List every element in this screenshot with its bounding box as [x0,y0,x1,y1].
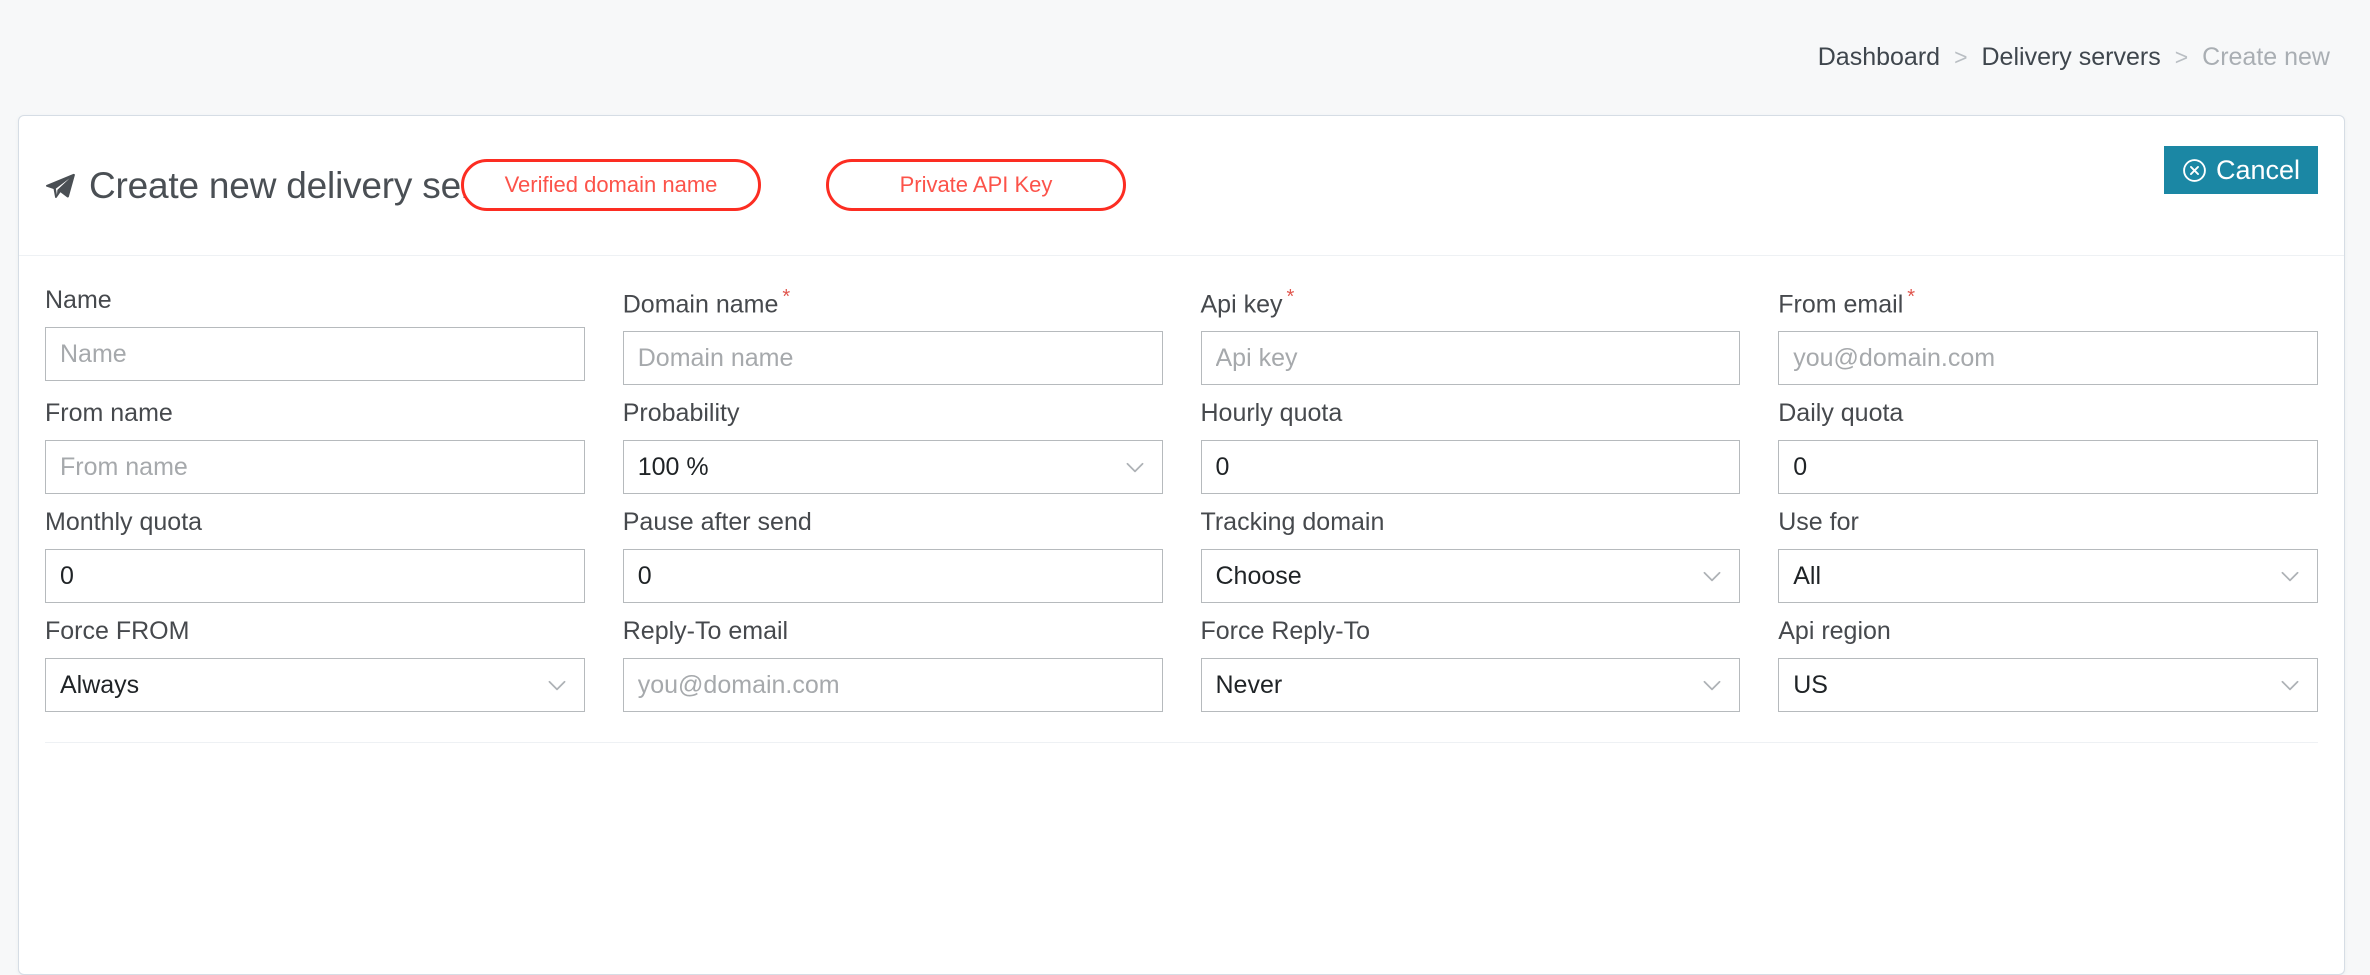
form-row: Force FROM Always Reply-To email Force Repl… [45,617,2318,713]
form-bottom-divider [45,742,2318,744]
api-key-input[interactable] [1200,331,1741,386]
breadcrumb-bar: Dashboard > Delivery servers > Create new [0,0,2370,115]
from-email-input[interactable] [1778,331,2318,386]
delivery-server-form: Name Domain name* Api key* From email* From … [19,256,2344,713]
field-force-from: Force FROM Always [45,617,585,713]
form-row: Monthly quota Pause after send Tracking do… [45,508,2318,604]
paper-plane-icon [45,173,75,198]
field-api-key: Api key * [1200,286,1741,386]
field-use-for: Use for All [1778,508,2318,604]
field-hourly-quota: Hourly quota [1200,399,1741,495]
force-reply-to-select[interactable]: Never [1200,658,1741,713]
force-from-select[interactable]: Always [45,658,585,713]
api-region-label: Api region [1778,617,1891,646]
card-header: Create new delivery server Verified doma… [19,116,2344,256]
field-probability: Probability 100 % [622,399,1163,495]
required-asterisk: * [782,286,791,308]
field-api-region: Api region US [1778,617,2318,713]
field-name: Name [45,286,585,385]
domain-name-label: Domain name * [622,286,791,319]
chevron-down-icon [1126,463,1143,473]
force-from-label: Force FROM [45,617,190,646]
breadcrumb-item-create-new: Create new [2202,43,2330,71]
create-delivery-server-card: Create new delivery server Verified doma… [18,115,2345,975]
api-key-label: Api key * [1200,286,1295,319]
required-asterisk: * [1286,286,1295,308]
hourly-quota-input[interactable] [1200,440,1741,495]
api-region-selected-value: US [1793,670,1828,699]
from-name-input[interactable] [45,440,585,495]
force-reply-to-label: Force Reply-To [1200,617,1371,646]
name-input[interactable] [45,327,585,381]
chevron-down-icon [548,681,566,691]
api-region-select[interactable]: US [1778,658,2318,713]
chevron-down-icon [2281,572,2299,582]
field-daily-quota: Daily quota [1778,399,2318,495]
field-tracking-domain: Tracking domain Choose [1200,508,1741,604]
cancel-button[interactable]: Cancel [2163,146,2318,194]
monthly-quota-label: Monthly quota [45,508,203,537]
verified-domain-name-button[interactable]: Verified domain name [461,159,761,211]
from-name-label: From name [45,399,173,428]
field-force-reply-to: Force Reply-To Never [1200,617,1741,713]
circle-x-icon [2183,158,2206,182]
form-row: From name Probability 100 % Hourly quota Dai… [45,399,2318,495]
probability-label: Probability [622,399,740,428]
breadcrumb-separator: > [1954,44,1968,70]
cancel-button-label: Cancel [2215,154,2300,185]
field-from-name: From name [45,399,585,495]
required-asterisk: * [1907,286,1916,308]
pause-after-send-input[interactable] [622,549,1163,604]
field-pause-after-send: Pause after send [622,508,1163,604]
domain-name-input[interactable] [622,331,1163,386]
reply-to-email-input[interactable] [622,658,1163,713]
pause-after-send-label: Pause after send [622,508,812,537]
field-monthly-quota: Monthly quota [45,508,585,604]
hourly-quota-label: Hourly quota [1200,399,1343,428]
daily-quota-label: Daily quota [1778,399,1904,428]
monthly-quota-input[interactable] [45,549,585,604]
field-reply-to-email: Reply-To email [622,617,1163,713]
force-from-selected-value: Always [60,670,140,699]
breadcrumb-separator: > [2174,44,2189,70]
tracking-domain-select[interactable]: Choose [1200,549,1741,604]
field-domain-name: Domain name * [622,286,1163,386]
reply-to-email-label: Reply-To email [622,617,789,646]
probability-select[interactable]: 100 % [622,440,1163,495]
breadcrumb: Dashboard > Delivery servers > Create new [1818,43,2330,72]
from-email-label: From email * [1778,286,1916,319]
breadcrumb-item-delivery-servers[interactable]: Delivery servers [1982,43,2161,72]
use-for-select[interactable]: All [1778,549,2318,604]
private-api-key-button[interactable]: Private API Key [826,159,1126,211]
tracking-domain-label: Tracking domain [1200,508,1385,537]
breadcrumb-item-dashboard[interactable]: Dashboard [1818,43,1940,72]
form-row: Name Domain name* Api key* From email* [45,286,2318,386]
name-label: Name [45,286,112,314]
chevron-down-icon [1703,572,1721,582]
force-reply-to-selected-value: Never [1215,670,1283,699]
use-for-selected-value: All [1793,561,1822,590]
probability-selected-value: 100 % [637,452,709,481]
field-from-email: From email * [1778,286,2318,386]
chevron-down-icon [1703,681,1721,691]
chevron-down-icon [2281,681,2299,691]
tracking-domain-selected-value: Choose [1215,561,1302,590]
page-title-text: Create new delivery server [89,164,524,206]
daily-quota-input[interactable] [1778,440,2318,495]
use-for-label: Use for [1778,508,1859,537]
